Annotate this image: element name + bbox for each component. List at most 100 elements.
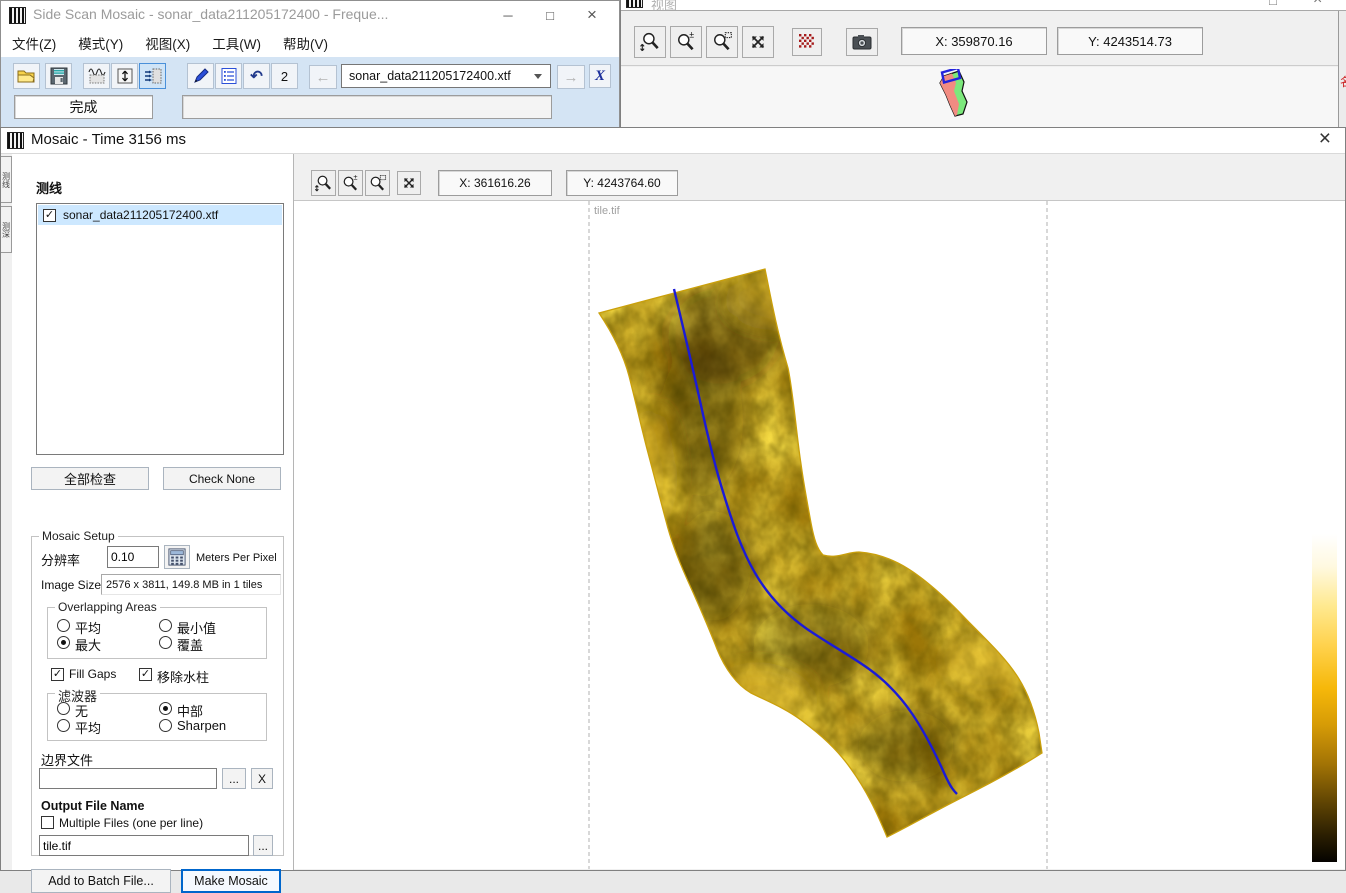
- mosaic-close-button[interactable]: ×: [1319, 127, 1331, 151]
- output-file-name-label: Output File Name: [41, 799, 145, 813]
- side-tab-depth[interactable]: 测深: [1, 206, 12, 253]
- file-selector-dropdown[interactable]: sonar_data211205172400.xtf: [341, 64, 551, 88]
- boundary-file-input[interactable]: [39, 768, 217, 789]
- map-canvas[interactable]: tile.tif: [294, 201, 1345, 869]
- menu-item-mode[interactable]: 模式(Y): [67, 28, 134, 58]
- undo-button[interactable]: ↶: [243, 63, 270, 89]
- radio-overlap-min[interactable]: [159, 619, 172, 632]
- file-list-button[interactable]: [215, 63, 242, 89]
- image-size-value-box: 2576 x 3811, 149.8 MB in 1 tiles: [101, 574, 281, 595]
- nav-window: 视图 □ × ± X: 359870.16 Y: 4243514.73: [620, 0, 1346, 127]
- nav-zoom-extents-button[interactable]: [742, 26, 774, 58]
- radio-overlap-cover-label: 覆盖: [177, 638, 204, 653]
- survey-line-list[interactable]: ✓ sonar_data211205172400.xtf: [36, 203, 284, 455]
- boundary-clear-button[interactable]: X: [251, 768, 273, 789]
- map-zoom-window-button[interactable]: [365, 170, 390, 196]
- previous-file-button[interactable]: ←: [309, 65, 337, 89]
- line-item-checkbox[interactable]: ✓: [43, 208, 56, 222]
- nav-zoom-vertical-button[interactable]: [634, 26, 666, 58]
- output-browse-button[interactable]: ...: [253, 835, 273, 856]
- line-item-label: sonar_data211205172400.xtf: [63, 208, 219, 222]
- radio-overlap-average[interactable]: [57, 619, 70, 632]
- multiple-files-checkbox[interactable]: ✓: [41, 816, 54, 829]
- menu-item-tools[interactable]: 工具(W): [201, 28, 272, 58]
- radio-overlap-cover[interactable]: [159, 636, 172, 649]
- app-icon: [9, 7, 26, 24]
- fill-gaps-label: Fill Gaps: [69, 667, 117, 681]
- calculator-icon: [168, 548, 186, 566]
- map-zoom-vertical-button[interactable]: [311, 170, 336, 196]
- mosaic-map-svg: tile.tif: [588, 201, 1337, 869]
- count-button[interactable]: 2: [271, 63, 298, 89]
- minimize-button[interactable]: ─: [487, 1, 529, 29]
- image-size-value: 2576 x 3811, 149.8 MB in 1 tiles: [106, 578, 263, 591]
- nav-zoom-window-button[interactable]: [706, 26, 738, 58]
- mosaic-setup-legend: Mosaic Setup: [39, 529, 118, 543]
- resolution-unit-label: Meters Per Pixel: [196, 552, 277, 564]
- main-titlebar: Side Scan Mosaic - sonar_data21120517240…: [1, 1, 619, 29]
- background-window-sliver: 名: [1338, 11, 1346, 127]
- list-item[interactable]: ✓ sonar_data211205172400.xtf: [38, 205, 282, 225]
- resolution-input[interactable]: [107, 546, 159, 568]
- radio-filter-median[interactable]: [159, 702, 172, 715]
- nav-overview-area[interactable]: [621, 67, 1346, 127]
- waterfall-view-button[interactable]: [83, 63, 110, 89]
- nav-app-icon: [626, 0, 643, 8]
- boundary-browse-button[interactable]: ...: [222, 768, 246, 789]
- nav-toolbar: ± X: 359870.16 Y: 4243514.73: [621, 11, 1346, 66]
- clear-track-button[interactable]: X: [589, 64, 611, 88]
- close-button[interactable]: ×: [571, 1, 613, 29]
- nav-grid-button[interactable]: [792, 28, 822, 56]
- vertical-scale-button[interactable]: [111, 63, 138, 89]
- boundary-file-label: 边界文件: [41, 753, 94, 768]
- output-file-input[interactable]: [39, 835, 249, 856]
- open-folder-icon: [17, 70, 35, 83]
- radio-filter-average[interactable]: [57, 719, 70, 732]
- fill-gaps-checkbox[interactable]: ✓: [51, 668, 64, 681]
- zoom-vertical-icon: [640, 32, 659, 52]
- check-all-button[interactable]: 全部检查: [31, 467, 149, 490]
- menu-item-view[interactable]: 视图(X): [134, 28, 201, 58]
- map-zoom-extents-button[interactable]: [397, 171, 421, 195]
- nav-snapshot-button[interactable]: [846, 28, 878, 56]
- mosaic-settings-panel: 测线 ✓ sonar_data211205172400.xtf 全部检查 Che…: [12, 154, 294, 893]
- nav-x-coordinate: X: 359870.16: [901, 27, 1047, 55]
- check-none-button[interactable]: Check None: [163, 467, 281, 490]
- radio-filter-sharpen[interactable]: [159, 719, 172, 732]
- radio-filter-none[interactable]: [57, 702, 70, 715]
- maximize-button[interactable]: □: [529, 1, 571, 29]
- count-value: 2: [280, 68, 289, 84]
- nav-close-button[interactable]: ×: [1313, 0, 1322, 9]
- remove-water-checkbox[interactable]: ✓: [139, 668, 152, 681]
- map-zoom-inout-button[interactable]: ±: [338, 170, 363, 196]
- make-mosaic-button[interactable]: Make Mosaic: [181, 869, 281, 893]
- nav-zoom-inout-button[interactable]: ±: [670, 26, 702, 58]
- red-dot-grid-icon: [799, 34, 814, 48]
- radio-overlap-max[interactable]: [57, 636, 70, 649]
- nav-y-coordinate: Y: 4243514.73: [1057, 27, 1203, 55]
- chevron-down-icon: [534, 74, 542, 79]
- progress-bar: [182, 95, 552, 119]
- save-button[interactable]: [45, 63, 72, 89]
- next-file-button[interactable]: →: [557, 65, 585, 89]
- background-red-text: 名: [1340, 73, 1346, 90]
- mosaic-window: Mosaic - Time 3156 ms × 测线 测深 测线 ✓ sonar…: [0, 127, 1346, 893]
- checklist-icon: [221, 68, 236, 84]
- zoom-plusminus-icon: ±: [678, 31, 694, 51]
- coverage-overview-shape: [939, 69, 968, 117]
- calculator-button[interactable]: [164, 545, 190, 569]
- menu-item-file[interactable]: 文件(Z): [1, 28, 67, 58]
- nav-maximize-button[interactable]: □: [1269, 0, 1277, 8]
- zoom-window-icon: [370, 174, 387, 191]
- menu-item-help[interactable]: 帮助(V): [272, 28, 339, 58]
- expand-arrows-icon: [403, 177, 415, 189]
- side-tab-lines[interactable]: 测线: [1, 156, 12, 203]
- open-file-button[interactable]: [13, 63, 40, 89]
- overlap-legend: Overlapping Areas: [55, 600, 160, 614]
- nav-window-title: 视图: [651, 0, 678, 11]
- annotate-button[interactable]: [187, 63, 214, 89]
- waveform-icon: [87, 68, 106, 84]
- zoom-plusminus-icon: ±: [343, 174, 358, 191]
- mosaic-mode-button[interactable]: [139, 63, 166, 89]
- add-to-batch-button[interactable]: Add to Batch File...: [31, 869, 171, 893]
